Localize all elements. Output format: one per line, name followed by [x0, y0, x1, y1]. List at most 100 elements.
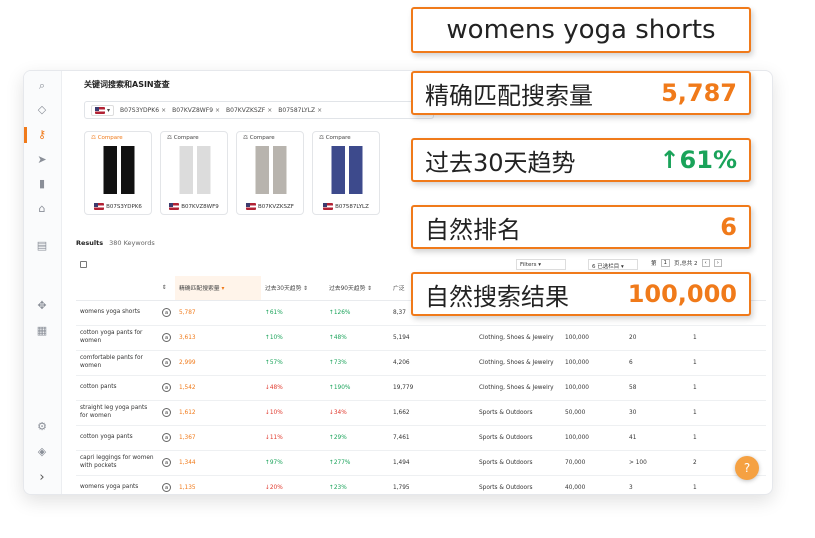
organic-rank-callout: 自然排名 6	[411, 205, 751, 249]
filters-button[interactable]: Filters ▾	[516, 259, 566, 270]
table-row[interactable]: womens yoga pants a 1,135 ↓20% ↑23% 1,795 Spor…	[76, 475, 766, 494]
compare-button[interactable]: ⚖ Compare	[91, 135, 123, 141]
asin-chip[interactable]: B07KVZKSZF ×	[226, 107, 272, 114]
search-icon[interactable]: ⌕	[35, 79, 49, 93]
remove-icon[interactable]: ×	[267, 107, 272, 114]
amazon-icon[interactable]: a	[162, 433, 171, 442]
category-cell: Clothing, Shoes & Jewelry	[475, 350, 561, 376]
trend30-cell: ↓10%	[261, 400, 325, 426]
trend30-cell: ↑57%	[261, 350, 325, 376]
shield-icon[interactable]: ◈	[35, 445, 49, 459]
key-icon[interactable]: ⚷	[35, 128, 49, 142]
tag-icon[interactable]: ◇	[35, 103, 49, 117]
expand-icon[interactable]: ›	[35, 471, 49, 485]
remove-icon[interactable]: ×	[317, 107, 322, 114]
trend30-cell: ↓11%	[261, 425, 325, 451]
prev-page-button[interactable]: ‹	[701, 259, 710, 267]
table-row[interactable]: cotton pants a 1,542 ↓48% ↑190% 19,779 Clothin…	[76, 375, 766, 401]
compare-button[interactable]: ⚖ Compare	[243, 135, 275, 141]
asin-chip[interactable]: B07S3YDPK6 ×	[120, 107, 166, 114]
columns-select[interactable]: 6 已选栏目 ▾	[588, 259, 638, 270]
amazon-icon[interactable]: a	[162, 483, 171, 492]
category-cell: Clothing, Shoes & Jewelry	[475, 325, 561, 351]
broad-volume-cell: 1,662	[389, 400, 475, 426]
product-card[interactable]: ⚖ Compare B07587LYLZ	[312, 131, 380, 215]
product-card[interactable]: ⚖ Compare B07S3YDPK6	[84, 131, 152, 215]
puzzle-icon[interactable]: ✥	[35, 299, 49, 313]
broad-volume-cell: 19,779	[389, 375, 475, 401]
exact-volume-cell: 1,367	[175, 425, 261, 451]
amazon-icon[interactable]: a	[162, 383, 171, 392]
results-cell: 100,000	[561, 425, 625, 451]
page-title: 关键词搜索和ASIN查查	[84, 80, 170, 89]
trend90-cell: ↑277%	[325, 450, 389, 476]
sponsored-cell: 1	[689, 350, 766, 376]
organic-rank-cell: 30	[625, 400, 689, 426]
asin-input-bar[interactable]: ▾ B07S3YDPK6 × B07KVZ8WF9 × B07KVZKSZF × B0…	[84, 101, 434, 119]
table-row[interactable]: comfortable pants for women a 2,999 ↑57% ↑73…	[76, 350, 766, 376]
help-button[interactable]: ?	[735, 456, 759, 480]
product-asin: B07S3YDPK6	[106, 203, 142, 210]
calculator-icon[interactable]: ▦	[35, 324, 49, 338]
country-select[interactable]: ▾	[91, 104, 115, 116]
broad-volume-cell: 7,461	[389, 425, 475, 451]
table-body: womens yoga shorts a 5,787 ↑61% ↑126% 8,37 cot…	[76, 300, 766, 494]
next-page-button[interactable]: ›	[713, 259, 722, 267]
amazon-icon-cell: a	[158, 400, 175, 426]
page-input[interactable]: 1	[660, 259, 671, 267]
product-image	[173, 146, 217, 194]
results-cell: 100,000	[561, 325, 625, 351]
document-icon[interactable]: ▤	[35, 239, 49, 253]
table-row[interactable]: capri leggings for women with pockets a 1,…	[76, 450, 766, 476]
exact-volume-cell: 5,787	[175, 300, 261, 326]
product-card[interactable]: ⚖ Compare B07KVZKSZF	[236, 131, 304, 215]
compare-button[interactable]: ⚖ Compare	[167, 135, 199, 141]
amazon-icon[interactable]: a	[162, 358, 171, 367]
product-card[interactable]: ⚖ Compare B07KVZ8WF9	[160, 131, 228, 215]
us-flag-icon	[94, 203, 105, 210]
asin-chip[interactable]: B07587LYLZ ×	[278, 107, 322, 114]
results-heading: Results 380 Keywords	[76, 239, 155, 247]
sponsored-cell: 1	[689, 425, 766, 451]
amazon-icon-cell: a	[158, 300, 175, 326]
trend30-cell: ↓20%	[261, 475, 325, 494]
results-count: 380 Keywords	[109, 239, 155, 247]
search-results-callout: 自然搜索结果 100,000	[411, 272, 751, 316]
remove-icon[interactable]: ×	[161, 107, 166, 114]
sort-header[interactable]: ⇕	[158, 276, 175, 301]
amazon-icon-cell: a	[158, 425, 175, 451]
amazon-icon-cell: a	[158, 475, 175, 494]
compare-button[interactable]: ⚖ Compare	[319, 135, 351, 141]
exact-volume-cell: 2,999	[175, 350, 261, 376]
amazon-icon[interactable]: a	[162, 458, 171, 467]
exact-volume-cell: 1,542	[175, 375, 261, 401]
trend90-cell: ↑48%	[325, 325, 389, 351]
table-row[interactable]: cotton yoga pants for women a 3,613 ↑10% ↑48…	[76, 325, 766, 351]
broad-volume-cell: 4,206	[389, 350, 475, 376]
exact-volume-header[interactable]: 精确匹配搜索量 ▾	[175, 276, 261, 301]
results-cell: 40,000	[561, 475, 625, 494]
amazon-icon[interactable]: a	[162, 308, 171, 317]
remove-icon[interactable]: ×	[215, 107, 220, 114]
table-row[interactable]: cotton yoga pants a 1,367 ↓11% ↑29% 7,461 Spor…	[76, 425, 766, 451]
amazon-icon-cell: a	[158, 325, 175, 351]
amazon-icon-cell: a	[158, 375, 175, 401]
amazon-icon[interactable]: a	[162, 333, 171, 342]
send-icon[interactable]: ➤	[35, 153, 49, 167]
product-cards: ⚖ Compare B07S3YDPK6 ⚖ Compare B07KVZ8WF…	[84, 131, 380, 215]
amazon-icon[interactable]: a	[162, 408, 171, 417]
bank-icon[interactable]: ⌂	[35, 202, 49, 216]
trend-callout: 过去30天趋势 ↑61%	[411, 138, 751, 182]
chart-icon[interactable]: ▮	[35, 177, 49, 191]
settings-icon[interactable]: ⚙	[35, 420, 49, 434]
table-row[interactable]: straight leg yoga pants for women a 1,612 ↓…	[76, 400, 766, 426]
trend30-header[interactable]: 过去30天趋势 ⇕	[261, 276, 325, 301]
trend90-header[interactable]: 过去90天趋势 ⇕	[325, 276, 389, 301]
keyword-cell: womens yoga shorts	[76, 300, 158, 326]
product-image	[97, 146, 141, 194]
select-all-checkbox[interactable]	[80, 261, 87, 268]
stage: ⌕ ◇ ⚷ ➤ ▮ ⌂ ▤ ✥ ▦ ⚙ ◈ › 关键词搜索和ASIN查查 ▾ B…	[0, 0, 815, 538]
results-cell: 100,000	[561, 350, 625, 376]
trend90-cell: ↑126%	[325, 300, 389, 326]
asin-chip[interactable]: B07KVZ8WF9 ×	[172, 107, 220, 114]
